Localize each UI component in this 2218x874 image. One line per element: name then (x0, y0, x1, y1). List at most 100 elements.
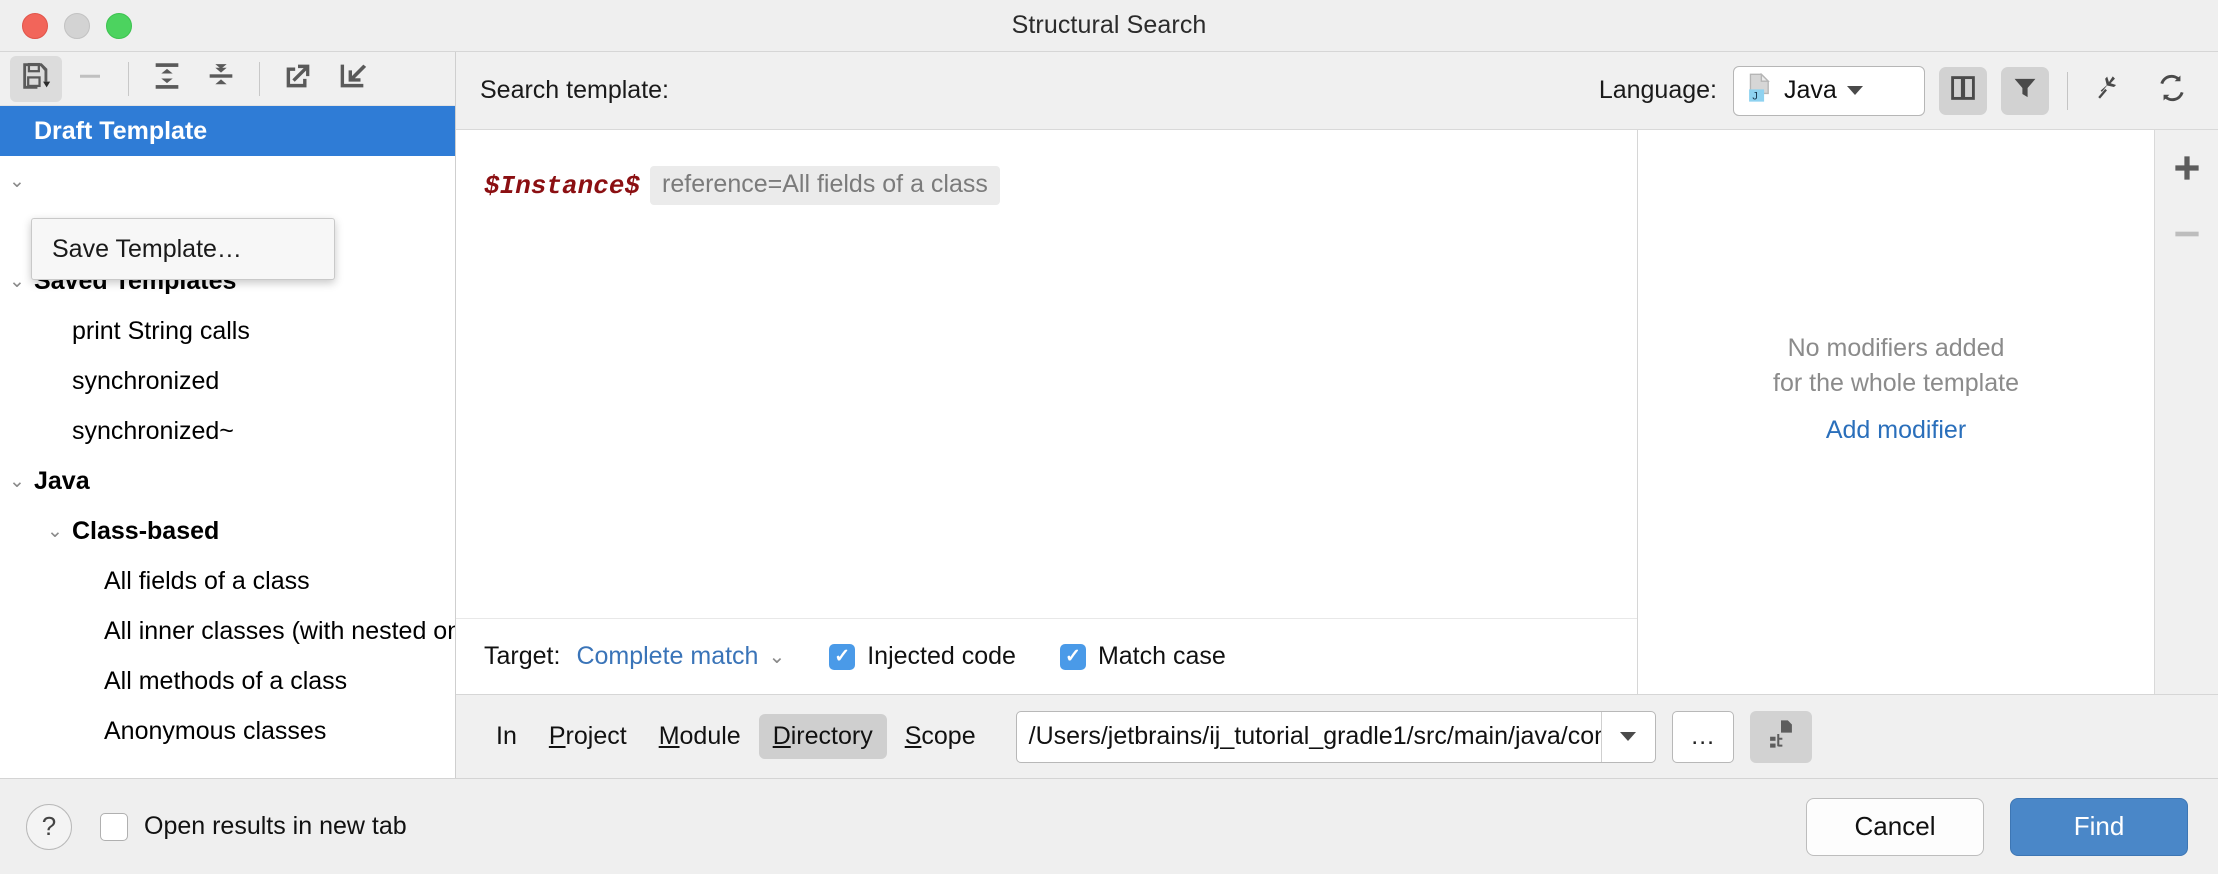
tree-node-label: print String calls (72, 316, 250, 345)
search-template-editor[interactable]: $Instance$ reference=All fields of a cla… (456, 130, 1638, 694)
toggle-filter-panel-button[interactable] (1939, 66, 1987, 115)
filter-button[interactable] (2001, 66, 2049, 115)
injected-code-checkbox[interactable]: ✓ Injected code (829, 642, 1016, 671)
collapse-all-icon (204, 59, 238, 98)
scope-option-rest: irectory (790, 722, 873, 750)
mnemonic: M (658, 722, 680, 750)
target-row: Target: Complete match ⌄ ✓ Injected code… (456, 618, 1637, 694)
target-value-dropdown[interactable]: Complete match (576, 642, 758, 671)
tree-node-java[interactable]: ⌄ Java (0, 456, 455, 506)
scope-row: In Project Module Directory Scope /Users… (456, 694, 2218, 778)
filter-icon (2012, 75, 2038, 106)
templates-toolbar (0, 52, 455, 106)
checkbox-checked-icon: ✓ (1059, 643, 1086, 670)
add-modifier-button[interactable] (2161, 144, 2213, 196)
tree-node-label: All fields of a class (104, 566, 310, 595)
tree-node-label: synchronized~ (72, 416, 234, 445)
context-menu-item-label: Save Template… (52, 234, 242, 263)
show-module-tree-button[interactable] (1749, 710, 1812, 763)
tree-node-all-methods-of-a-class[interactable]: All methods of a class (0, 656, 455, 706)
export-button[interactable] (272, 56, 324, 102)
tree-node-label: Anonymous classes (104, 716, 327, 745)
save-template-button[interactable] (10, 55, 62, 102)
open-results-new-tab-checkbox[interactable]: Open results in new tab (100, 812, 407, 841)
find-button[interactable]: Find (2010, 797, 2188, 856)
collapse-all-button[interactable] (195, 56, 247, 102)
chevron-down-icon: ⌄ (9, 470, 25, 492)
browse-directory-button[interactable]: … (1671, 710, 1734, 763)
search-pane: Search template: Language: J Java $Insta… (456, 52, 2218, 778)
tree-node-class-based[interactable]: ⌄ Class-based (0, 506, 455, 556)
import-icon (335, 59, 369, 98)
split-pane-icon (1950, 75, 1976, 106)
mnemonic: S (904, 722, 922, 750)
template-variable-annotation: reference=All fields of a class (650, 166, 1000, 205)
add-modifier-link[interactable]: Add modifier (1826, 416, 1966, 445)
tree-node-label: synchronized (72, 366, 220, 395)
scope-option-rest: cope (921, 722, 976, 750)
tree-node-label: Class-based (72, 516, 220, 545)
context-menu-save-template[interactable]: Save Template… (31, 218, 335, 280)
toolbar-divider-2 (259, 61, 260, 96)
target-label: Target: (484, 642, 561, 670)
modifiers-pane: No modifiers added for the whole templat… (1638, 130, 2218, 694)
language-select[interactable]: J Java (1733, 65, 1925, 116)
scope-option-scope[interactable]: Scope (891, 714, 990, 759)
chevron-down-icon (1620, 732, 1637, 741)
tree-node-all-inner-classes[interactable]: All inner classes (with nested ones) (0, 606, 455, 656)
checkbox-unchecked-icon (100, 812, 128, 841)
help-button[interactable]: ? (26, 803, 72, 850)
minus-icon (75, 61, 105, 96)
cancel-button[interactable]: Cancel (1806, 797, 1984, 856)
scope-option-directory[interactable]: Directory (758, 714, 887, 759)
reset-button[interactable] (2148, 67, 2196, 115)
chevron-down-icon: ⌄ (47, 520, 63, 542)
java-file-icon: J (1746, 72, 1774, 108)
tree-node-hidden-group[interactable]: ⌄ (0, 156, 455, 206)
structural-search-dialog: Structural Search Draft Template ⌄ ⌄ Sav… (0, 0, 2218, 874)
injected-code-label: Injected code (867, 642, 1016, 670)
template-variable[interactable]: $Instance$ (484, 171, 640, 201)
editor-empty-area[interactable] (456, 205, 1637, 618)
templates-tree[interactable]: Draft Template ⌄ $Instance$ ⌄ Saved Temp… (0, 106, 455, 778)
tree-node-synchronized[interactable]: synchronized (0, 356, 455, 406)
template-code-line: $Instance$ reference=All fields of a cla… (456, 130, 1637, 205)
dialog-body: Draft Template ⌄ $Instance$ ⌄ Saved Temp… (0, 52, 2218, 778)
tree-node-print-string-calls[interactable]: print String calls (0, 306, 455, 356)
match-case-checkbox[interactable]: ✓ Match case (1059, 642, 1226, 671)
tree-node-all-fields-of-a-class[interactable]: All fields of a class (0, 556, 455, 606)
expand-all-button[interactable] (141, 56, 193, 102)
file-tree-icon (1767, 719, 1795, 754)
minus-icon (2171, 218, 2203, 255)
editor-and-modifiers: $Instance$ reference=All fields of a cla… (456, 130, 2218, 694)
remove-modifier-button[interactable] (2161, 210, 2213, 262)
plus-icon (2171, 152, 2203, 189)
mnemonic: D (772, 722, 791, 750)
directory-path-value[interactable]: /Users/jetbrains/ij_tutorial_gradle1/src… (1017, 722, 1601, 751)
directory-path-combobox[interactable]: /Users/jetbrains/ij_tutorial_gradle1/src… (1015, 710, 1656, 763)
checkbox-checked-icon: ✓ (829, 643, 856, 670)
pin-button[interactable] (2084, 67, 2132, 115)
tree-node-label: All methods of a class (104, 666, 348, 695)
tree-node-synchronized-alt[interactable]: synchronized~ (0, 406, 455, 456)
chevron-down-icon: ⌄ (9, 170, 25, 192)
header-divider (2067, 71, 2068, 110)
scope-option-module[interactable]: Module (645, 714, 755, 759)
scope-option-rest: roject (565, 722, 627, 750)
title-bar: Structural Search (0, 0, 2218, 52)
search-template-label: Search template: (480, 76, 669, 104)
tree-node-draft-template[interactable]: Draft Template (0, 106, 455, 156)
path-dropdown-button[interactable] (1600, 711, 1655, 762)
expand-all-icon (150, 59, 184, 98)
scope-option-project[interactable]: Project (535, 714, 641, 759)
tree-node-anonymous-classes[interactable]: Anonymous classes (0, 706, 455, 756)
templates-pane: Draft Template ⌄ $Instance$ ⌄ Saved Temp… (0, 52, 456, 778)
import-button[interactable] (326, 56, 378, 102)
window-title: Structural Search (1011, 11, 1207, 39)
modifiers-empty-state: No modifiers added for the whole templat… (1638, 130, 2154, 694)
svg-text:J: J (1752, 91, 1757, 103)
language-value: Java (1784, 76, 1837, 104)
remove-template-button[interactable] (64, 56, 116, 102)
chevron-down-icon[interactable]: ⌄ (768, 644, 785, 669)
toolbar-divider (128, 61, 129, 96)
